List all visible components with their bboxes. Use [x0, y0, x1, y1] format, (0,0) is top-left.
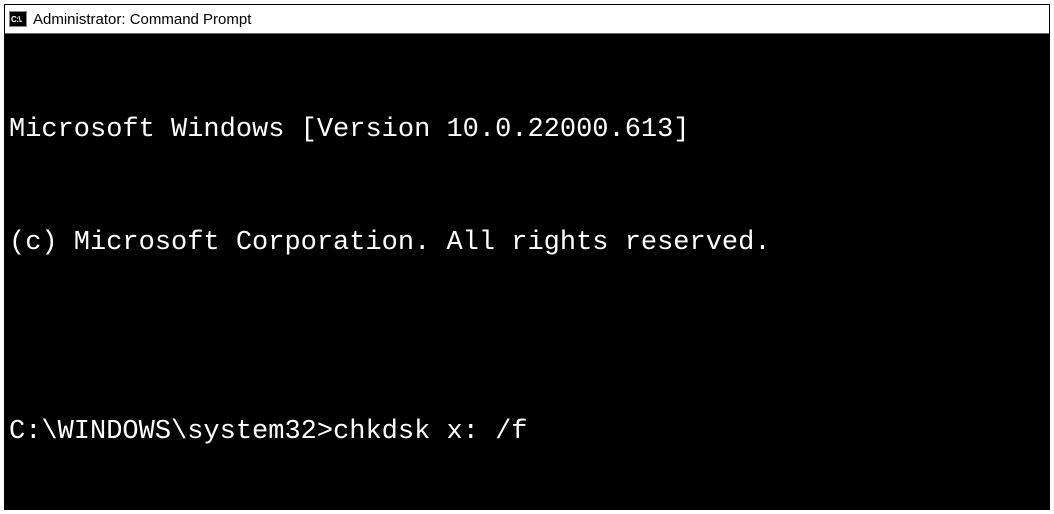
command-input[interactable]: chkdsk x: /f [333, 414, 527, 452]
prompt-line: C:\WINDOWS\system32>chkdsk x: /f [9, 414, 1045, 452]
copyright-line: (c) Microsoft Corporation. All rights re… [9, 225, 1045, 263]
prompt-path: C:\WINDOWS\system32> [9, 414, 333, 452]
version-line: Microsoft Windows [Version 10.0.22000.61… [9, 112, 1045, 150]
terminal-area[interactable]: Microsoft Windows [Version 10.0.22000.61… [5, 34, 1049, 509]
cmd-icon: C:\. [9, 11, 27, 27]
window-title: Administrator: Command Prompt [33, 11, 251, 28]
cmd-icon-label: C:\. [11, 15, 22, 24]
title-bar[interactable]: C:\. Administrator: Command Prompt [5, 5, 1049, 34]
command-prompt-window: C:\. Administrator: Command Prompt Micro… [4, 4, 1050, 510]
